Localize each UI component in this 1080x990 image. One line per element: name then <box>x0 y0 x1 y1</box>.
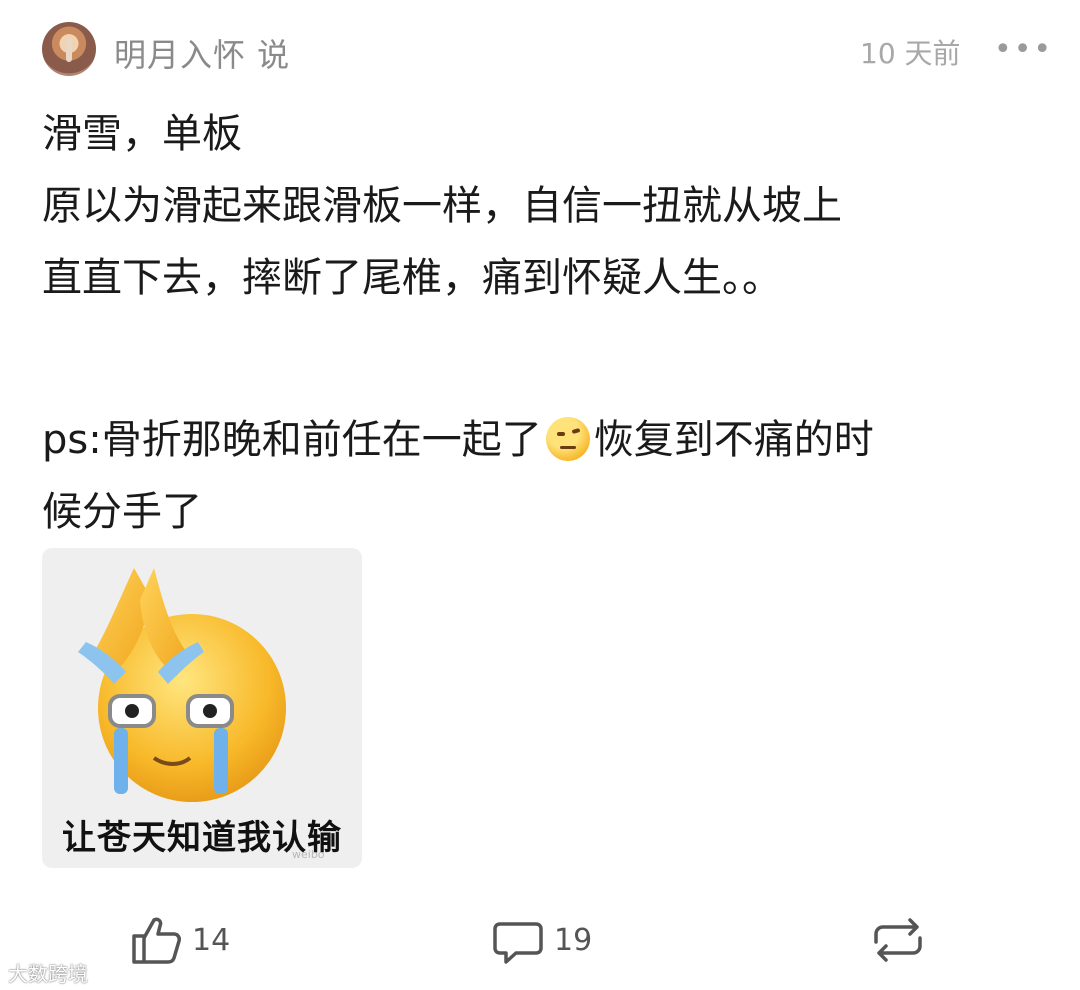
comment-bubble-icon <box>493 922 543 964</box>
post-body: 滑雪，单板 原以为滑起来跟滑板一样，自信一扭就从坡上 直直下去，摔断了尾椎，痛到… <box>42 98 1042 548</box>
more-options-icon[interactable]: ••• <box>994 32 1053 67</box>
post-ps-line-2: 候分手了 <box>42 489 202 535</box>
post-header: 明月入怀 说 10 天前 ••• <box>42 22 1051 78</box>
comment-count: 19 <box>554 922 593 958</box>
praying-crying-emoji-icon <box>78 568 286 802</box>
ps-text-before: ps:骨折那晚和前任在一起了 <box>42 417 542 463</box>
post-line-1: 滑雪，单板 <box>42 111 242 157</box>
like-button[interactable]: 14 <box>128 910 230 970</box>
author-name[interactable]: 明月入怀 说 <box>114 30 290 76</box>
post-time: 10 天前 <box>860 37 961 70</box>
source-watermark: 大数跨境 <box>8 962 88 986</box>
ps-text-after: 恢复到不痛的时 <box>593 417 874 463</box>
comment-button[interactable]: 19 <box>490 910 592 970</box>
sticker-image[interactable]: 让苍天知道我认输 weibo <box>42 548 362 868</box>
post-line-3: 直直下去，摔断了尾椎，痛到怀疑人生。。 <box>42 255 782 301</box>
repost-icon <box>874 918 922 962</box>
post-line-2: 原以为滑起来跟滑板一样，自信一扭就从坡上 <box>42 183 842 229</box>
raised-eyebrow-emoji-icon <box>545 417 590 461</box>
sticker-watermark: weibo <box>292 848 325 861</box>
repost-button[interactable] <box>866 910 930 970</box>
user-avatar[interactable] <box>42 22 96 76</box>
avatar-figure <box>66 38 72 62</box>
thumbs-up-icon <box>132 917 181 964</box>
post-ps-line-1: ps:骨折那晚和前任在一起了 恢复到不痛的时 <box>42 404 1042 476</box>
post-actions: 14 19 <box>0 900 1080 990</box>
like-count: 14 <box>192 922 231 958</box>
